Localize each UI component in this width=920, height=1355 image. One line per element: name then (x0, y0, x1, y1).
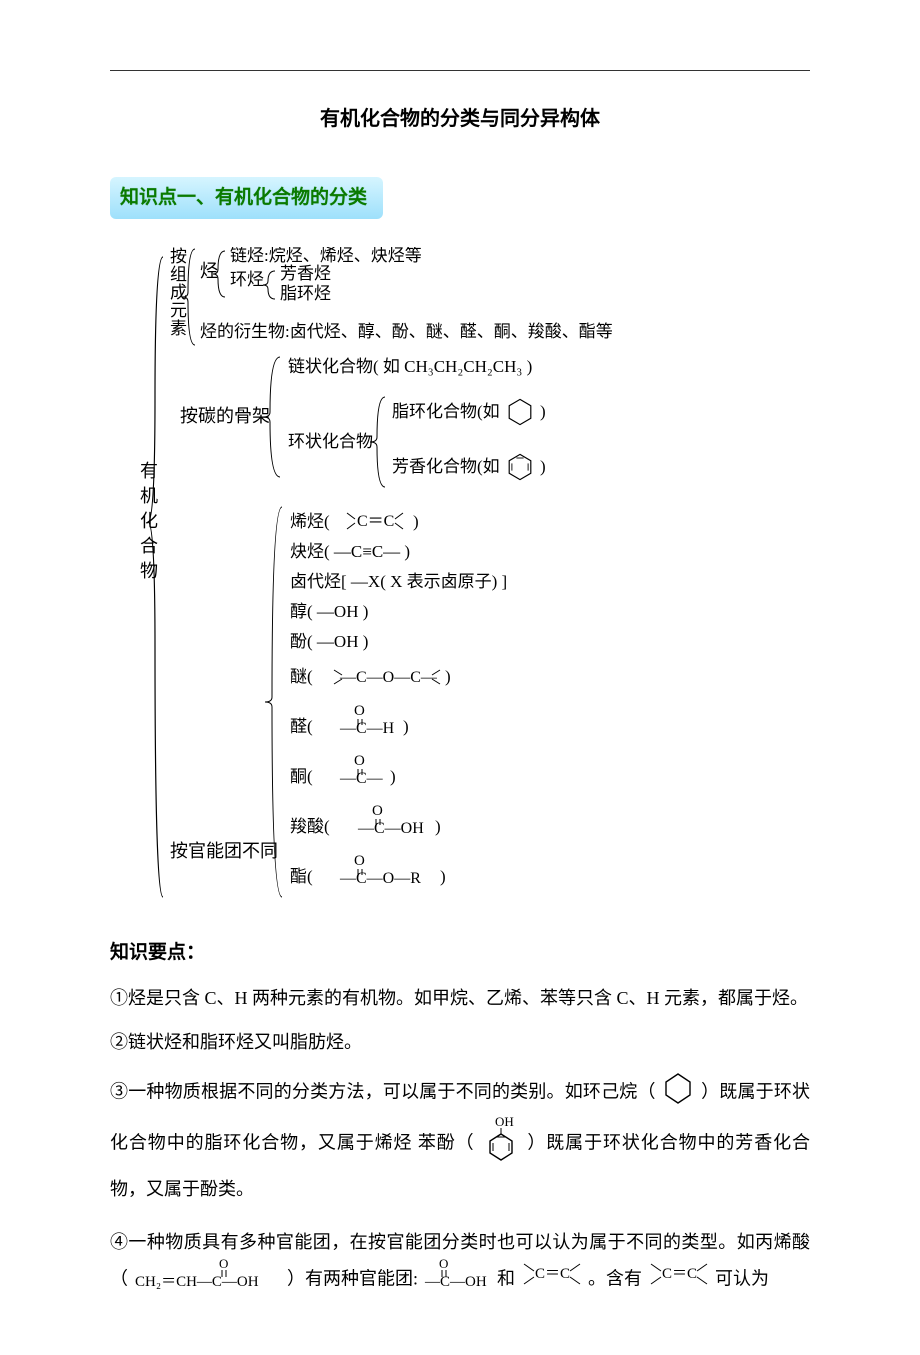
diagram-fangxiangTing: 芳香烃 (280, 264, 331, 283)
cooh-group-icon: O —C—OH (423, 1258, 493, 1302)
svg-text:按: 按 (170, 247, 187, 266)
diagram-lianTing: 链烃:烷烃、烯烃、炔烃等 (230, 247, 422, 265)
fg-alkyne: 炔烃( —C≡C— ) (290, 542, 410, 561)
svg-text:): ) (445, 667, 451, 686)
svg-text:素: 素 (170, 319, 187, 338)
fg-alkene: 烯烃( (290, 512, 330, 531)
diagram-zhihuanTing: 脂环烃 (280, 284, 331, 303)
diagram-ring: 环状化合物 (288, 432, 373, 451)
svg-text:): ) (440, 867, 446, 886)
fg-phenol: 酚( —OH ) (290, 632, 368, 651)
keypoint-2: ②链状烃和脂环烃又叫脂肪烃。 (110, 1026, 810, 1058)
svg-text:合: 合 (140, 536, 158, 556)
keypoint-1: ①烃是只含 C、H 两种元素的有机物。如甲烷、乙烯、苯等只含 C、H 元素，都属… (110, 982, 810, 1014)
diagram-skeleton-label: 按碳的骨架 (180, 406, 270, 426)
kp4-part-b: ）有两种官能团: (287, 1268, 423, 1288)
diagram-deriv: 烃的衍生物:卤代烃、醇、酚、醚、醛、酮、羧酸、酯等 (200, 322, 613, 341)
kp3-part-a: ③一种物质根据不同的分类方法，可以属于不同的类别。如环己烷（ (110, 1081, 656, 1101)
svg-text:—C—OH: —C—OH (424, 1274, 487, 1290)
svg-text:机: 机 (140, 486, 158, 506)
svg-text:): ) (435, 817, 441, 836)
svg-text:元: 元 (170, 301, 187, 320)
fg-ester: 酯( (290, 867, 313, 886)
svg-text:): ) (413, 512, 419, 531)
svg-text:O: O (439, 1258, 448, 1271)
svg-text:O: O (354, 753, 365, 769)
fg-halo: 卤代烃[ —X( X 表示卤原子) ] (290, 572, 507, 591)
svg-text:O: O (354, 703, 365, 719)
kp4-part-d: 。含有 (588, 1268, 642, 1288)
phenol-icon: OH (480, 1115, 522, 1173)
svg-text:—C—H: —C—H (339, 720, 395, 737)
fg-acid: 羧酸( (290, 817, 330, 836)
fg-ketone: 酮( (290, 767, 313, 786)
section-banner-1: 知识点一、有机化合物的分类 (110, 177, 383, 219)
svg-text:组: 组 (170, 265, 187, 284)
keypoint-3: ③一种物质根据不同的分类方法，可以属于不同的类别。如环己烷（ ）既属于环状化合物… (110, 1071, 810, 1206)
svg-text:O: O (372, 803, 383, 819)
fg-alcohol: 醇( —OH ) (290, 602, 368, 621)
diagram-chain: 链状化合物( 如 CH₃CH₂CH₂CH₃ ) (288, 357, 532, 376)
fg-aldehyde: 醛( (290, 717, 313, 736)
kp4-part-c: 和 (497, 1268, 520, 1288)
cc-double-bond-icon-2: C＝C (647, 1260, 711, 1300)
keypoints-heading: 知识要点： (110, 936, 810, 970)
diagram-group-label: 按官能团不同 (170, 841, 278, 861)
kp4-part-e: 可认为 (715, 1268, 769, 1288)
svg-text:C＝C: C＝C (662, 1266, 697, 1282)
svg-text:—C—OH: —C—OH (357, 820, 424, 837)
svg-text:—C—O—C—: —C—O—C— (339, 669, 438, 686)
cyclohexane-icon (660, 1071, 696, 1115)
diagram-root: 有 (140, 461, 158, 481)
svg-text:O: O (219, 1258, 228, 1271)
svg-text:—C—O—R: —C—O—R (339, 870, 421, 887)
document-title: 有机化合物的分类与同分异构体 (110, 101, 810, 137)
diagram-aliRing: 脂环化合物(如 (392, 402, 500, 421)
diagram-aliRing-end: ) (540, 402, 546, 421)
svg-text:OH: OH (495, 1115, 514, 1129)
cc-double-bond-icon-1: C＝C (520, 1260, 584, 1300)
classification-diagram: 有 机 化 合 物 按 组 成 元 素 烃 链烃:烷烃、烯烃、炔烃等 环烃 芳香… (140, 247, 810, 917)
svg-text:C＝C: C＝C (535, 1266, 570, 1282)
keypoint-4: ④一种物质具有多种官能团，在按官能团分类时也可以认为属于不同的类型。如丙烯酸（ … (110, 1226, 810, 1303)
svg-text:C＝C: C＝C (357, 513, 394, 530)
diagram-ting: 烃 (200, 261, 218, 281)
acrylic-acid-formula: O CH₂＝CH—C—OH (133, 1258, 283, 1302)
top-rule (110, 70, 810, 71)
svg-text:): ) (390, 767, 396, 786)
svg-text:物: 物 (140, 561, 158, 581)
diagram-aroRing: 芳香化合物(如 (392, 457, 500, 476)
svg-text:O: O (354, 853, 365, 869)
svg-text:成: 成 (170, 283, 187, 302)
diagram-aroRing-end: ) (540, 457, 546, 476)
svg-text:—C—: —C— (339, 770, 384, 787)
fg-ether: 醚( (290, 667, 313, 686)
diagram-huanTing: 环烃 (230, 270, 264, 289)
svg-text:CH₂＝CH—C—OH: CH₂＝CH—C—OH (135, 1274, 259, 1290)
svg-text:): ) (403, 717, 409, 736)
